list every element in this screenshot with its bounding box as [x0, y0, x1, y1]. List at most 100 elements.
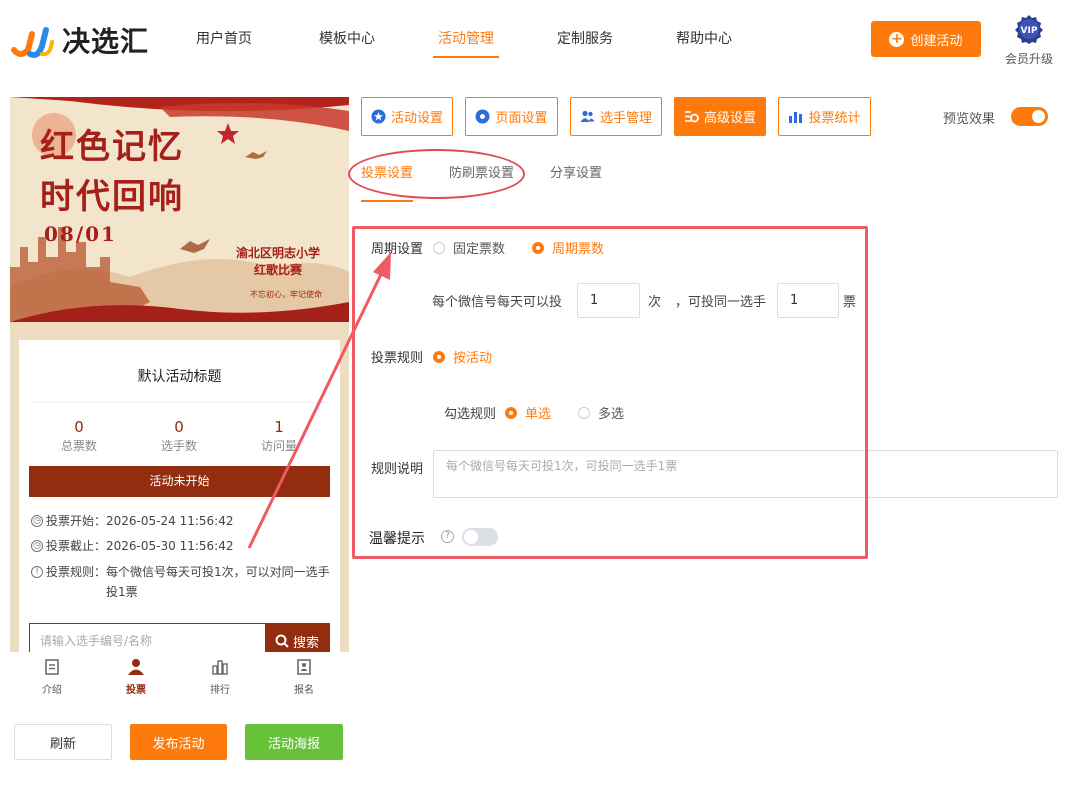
- vote-start-label: 投票开始：: [46, 514, 107, 528]
- palette-icon: [475, 109, 490, 124]
- tab-player-management[interactable]: 选手管理: [570, 97, 662, 136]
- preview-effect-label: 预览效果: [943, 112, 996, 127]
- tab-label: 活动设置: [390, 111, 443, 126]
- logo[interactable]: 决选汇: [10, 20, 149, 60]
- vote-rule-value: 每个微信号每天可投1次，可以对同一选手投1票: [106, 565, 330, 599]
- tab-label: 高级设置: [703, 111, 756, 126]
- daily-times-input[interactable]: [577, 283, 640, 318]
- signup-icon: [297, 659, 311, 675]
- banner-slogan: 不忘初心，牢记使命: [250, 290, 322, 299]
- logo-mark-icon: [11, 27, 54, 58]
- vote-end-label: 投票截止：: [46, 539, 107, 553]
- stat-label: 选手数: [160, 439, 197, 453]
- vip-label: 会员升级: [1004, 52, 1053, 66]
- radio-circle-icon: [433, 241, 445, 254]
- search-button-label: 搜索: [292, 635, 319, 651]
- subtab-vote-settings[interactable]: 投票设置: [361, 158, 414, 202]
- tabbar-label: 投票: [126, 685, 146, 696]
- tab-page-settings[interactable]: 页面设置: [465, 97, 558, 136]
- tabbar-vote[interactable]: 投票: [94, 652, 178, 700]
- subtab-anti-fraud-settings[interactable]: 防刷票设置: [449, 158, 514, 202]
- settings-sub-tabs: 投票设置 防刷票设置 分享设置: [361, 158, 638, 202]
- create-activity-button[interactable]: + 创建活动: [871, 21, 981, 57]
- tabbar-label: 报名: [294, 685, 314, 696]
- radio-circle-icon: [578, 406, 590, 419]
- vote-rule-row: ! 投票规则： 每个微信号每天可投1次，可以对同一选手投1票: [31, 562, 331, 602]
- activity-banner: 红色记忆 时代回响 08/01 渝北区明志小学 红歌比赛 不忘初心，牢记使命: [10, 97, 349, 322]
- nav-help-center[interactable]: 帮助中心: [676, 0, 732, 80]
- warm-tip-label: 温馨提示: [369, 531, 425, 547]
- radio-label: 多选: [598, 407, 625, 422]
- tab-vote-statistics[interactable]: 投票统计: [778, 97, 871, 136]
- radio-label: 固定票数: [453, 242, 506, 257]
- subtab-share-settings[interactable]: 分享设置: [550, 158, 602, 202]
- settings-top-tabs: 活动设置 页面设置 选手管理 高级设置 投票统计: [361, 97, 883, 136]
- select-rule-label: 勾选规则: [444, 407, 497, 422]
- tabbar-ranking[interactable]: 排行: [178, 652, 262, 700]
- stat-visits: 1 访问量: [229, 418, 329, 454]
- stat-value: 0: [74, 418, 84, 436]
- tabbar-intro[interactable]: 介绍: [10, 652, 94, 700]
- banner-title-line1: 红色记忆: [40, 127, 184, 167]
- banner-school-line1: 渝北区明志小学: [236, 246, 321, 260]
- create-activity-label: 创建活动: [910, 33, 963, 49]
- rule-description-textarea[interactable]: [433, 450, 1058, 498]
- tab-label: 页面设置: [495, 111, 548, 126]
- same-player-votes-input[interactable]: [777, 283, 839, 318]
- refresh-button[interactable]: 刷新: [14, 724, 112, 760]
- stat-players: 0 选手数: [129, 418, 229, 454]
- radio-checked-icon: [532, 241, 544, 254]
- period-cyclic-radio[interactable]: 周期票数: [532, 238, 604, 257]
- period-settings-label: 周期设置: [371, 242, 424, 257]
- rule-by-activity-radio[interactable]: 按活动: [433, 347, 492, 366]
- publish-activity-button[interactable]: 发布活动: [130, 724, 227, 760]
- daily-votes-text: 每个微信号每天可以投: [432, 295, 563, 310]
- vote-start-row: ◷ 投票开始： 2026-05-24 11:56:42: [31, 511, 331, 531]
- annotation-highlight-box: [352, 226, 868, 559]
- period-fixed-radio[interactable]: 固定票数: [433, 238, 505, 257]
- vote-rule-label: 投票规则: [371, 351, 424, 366]
- intro-icon: [45, 659, 59, 675]
- vip-badge-icon: VIP: [1015, 15, 1043, 44]
- mobile-tabbar: 介绍 投票 排行 报名: [10, 652, 349, 700]
- clock-icon: ◷: [31, 540, 43, 552]
- activity-info-card: 默认活动标题 0 总票数 0 选手数 1 访问量 活动未开始 ◷ 投票开始： 2…: [19, 340, 340, 697]
- single-select-radio[interactable]: 单选: [505, 403, 551, 422]
- preview-effect-toggle[interactable]: [1011, 107, 1048, 126]
- tab-label: 选手管理: [599, 111, 652, 126]
- star-circle-icon: [371, 109, 386, 124]
- info-icon: !: [31, 566, 43, 578]
- tabbar-signup[interactable]: 报名: [262, 652, 346, 700]
- activity-poster-button[interactable]: 活动海报: [245, 724, 343, 760]
- search-icon: [275, 634, 289, 648]
- radio-label: 单选: [525, 407, 552, 422]
- nav-activity-management[interactable]: 活动管理: [433, 0, 499, 80]
- nav-custom-service[interactable]: 定制服务: [557, 0, 613, 80]
- top-header: 决选汇 用户首页 模板中心 活动管理 定制服务 帮助中心 + 创建活动 VIP …: [0, 0, 1067, 80]
- warm-tip-toggle[interactable]: [462, 528, 498, 546]
- tab-label: 投票统计: [808, 111, 861, 126]
- help-question-icon[interactable]: ?: [441, 530, 454, 543]
- banner-school: 渝北区明志小学 红歌比赛: [236, 245, 320, 279]
- banner-school-line2: 红歌比赛: [254, 263, 303, 277]
- nav-templates[interactable]: 模板中心: [319, 0, 375, 80]
- radio-checked-icon: [433, 350, 445, 363]
- tab-activity-settings[interactable]: 活动设置: [361, 97, 453, 136]
- logo-text: 决选汇: [62, 25, 150, 58]
- tabbar-label: 介绍: [42, 685, 62, 696]
- banner-title-line2: 时代回响: [40, 177, 184, 217]
- daily-times-unit: 次: [648, 295, 662, 310]
- tab-advanced-settings[interactable]: 高级设置: [674, 97, 766, 136]
- vip-upgrade[interactable]: VIP 会员升级: [1000, 14, 1058, 67]
- activity-status-bar: 活动未开始: [29, 466, 330, 497]
- stat-value: 1: [274, 418, 284, 436]
- multi-select-radio[interactable]: 多选: [578, 403, 624, 422]
- vip-badge-text: VIP: [1021, 26, 1038, 36]
- vote-person-icon: [128, 659, 144, 675]
- nav-home[interactable]: 用户首页: [196, 0, 252, 80]
- vote-end-value: 2026-05-30 11:56:42: [106, 539, 234, 553]
- stat-value: 0: [174, 418, 184, 436]
- bar-stats-icon: [789, 112, 803, 123]
- same-player-unit: 票: [843, 295, 857, 310]
- clock-icon: ◷: [31, 515, 43, 527]
